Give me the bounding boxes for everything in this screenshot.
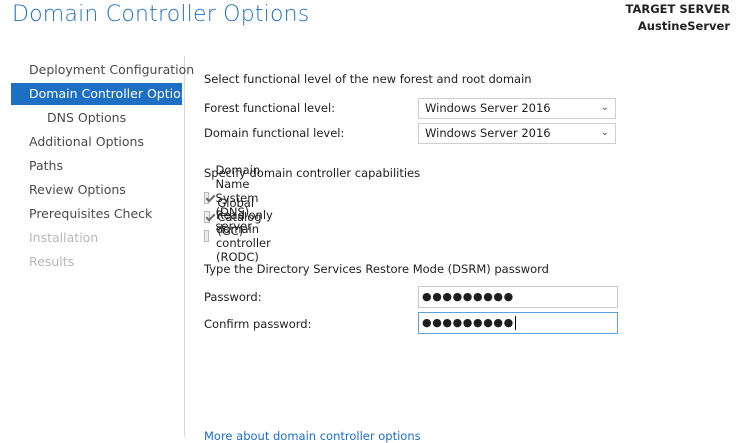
dns-server-checkbox[interactable] — [204, 192, 209, 204]
target-server-label: TARGET SERVER — [625, 2, 730, 16]
rodc-option[interactable]: Read only domain controller (RODC) — [204, 208, 278, 264]
wizard-nav: Deployment Configuration Domain Controll… — [0, 56, 195, 437]
domain-level-select[interactable]: Windows Server 2016 ⌄ — [418, 123, 616, 144]
dsrm-heading: Type the Directory Services Restore Mode… — [204, 262, 549, 276]
password-input[interactable]: ●●●●●●●●● — [418, 286, 618, 308]
nav-item-review-options[interactable]: Review Options — [11, 179, 182, 201]
target-server-name: AustineServer — [637, 19, 730, 33]
forest-level-value: Windows Server 2016 — [425, 101, 551, 115]
global-catalog-checkbox[interactable] — [204, 211, 211, 223]
nav-item-results: Results — [29, 254, 75, 269]
confirm-password-input[interactable]: ●●●●●●●●● — [418, 312, 618, 334]
forest-level-label: Forest functional level: — [204, 101, 336, 115]
rodc-label: Read only domain controller (RODC) — [215, 208, 273, 264]
nav-item-installation: Installation — [29, 230, 99, 245]
nav-item-paths[interactable]: Paths — [11, 155, 182, 177]
chevron-down-icon: ⌄ — [600, 127, 609, 138]
rodc-checkbox[interactable] — [204, 230, 209, 242]
nav-item-domain-controller-options[interactable]: Domain Controller Options — [11, 83, 195, 105]
password-value: ●●●●●●●●● — [422, 290, 514, 303]
more-info-link[interactable]: More about domain controller options — [204, 429, 421, 443]
functional-level-heading: Select functional level of the new fores… — [204, 72, 532, 86]
confirm-password-label: Confirm password: — [204, 317, 312, 331]
forest-level-select[interactable]: Windows Server 2016 ⌄ — [418, 98, 616, 119]
confirm-password-value: ●●●●●●●●● — [422, 316, 514, 329]
text-caret — [514, 316, 516, 330]
target-server: TARGET SERVER AustineServer — [626, 1, 730, 35]
domain-level-value: Windows Server 2016 — [425, 126, 551, 140]
nav-item-prerequisites-check[interactable]: Prerequisites Check — [11, 203, 182, 225]
nav-item-additional-options[interactable]: Additional Options — [11, 131, 182, 153]
domain-level-label: Domain functional level: — [204, 126, 345, 140]
password-label: Password: — [204, 290, 262, 304]
nav-item-deployment-configuration[interactable]: Deployment Configuration — [11, 59, 194, 81]
page-title: Domain Controller Options — [12, 2, 310, 27]
nav-item-dns-options[interactable]: DNS Options — [11, 107, 182, 129]
chevron-down-icon: ⌄ — [600, 102, 609, 113]
